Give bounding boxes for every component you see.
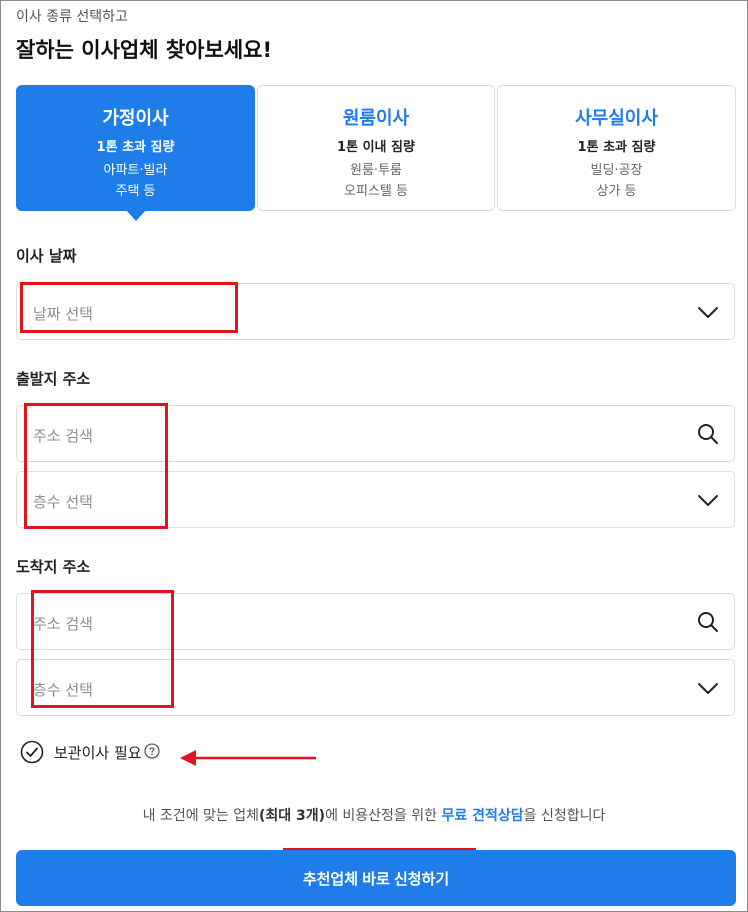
destination-address-placeholder: 주소 검색 [33,615,93,633]
chevron-down-icon [698,495,718,506]
apply-button-label: 추천업체 바로 신청하기 [302,870,450,888]
storage-option-label: 보관이사 필요 [54,744,142,762]
move-type-oneroom[interactable]: 원룸이사 1톤 이내 짐량 원룸·투룸 오피스텔 등 [257,85,495,211]
move-type-desc: 오피스텔 등 [344,184,408,199]
move-type-name: 가정이사 [102,108,169,129]
search-icon[interactable] [696,422,720,446]
apply-button[interactable]: 추천업체 바로 신청하기 [16,850,736,906]
chevron-down-icon [698,307,718,318]
move-type-desc: 상가 등 [596,184,637,199]
origin-floor-placeholder: 층수 선택 [33,493,93,511]
origin-address-search[interactable]: 주소 검색 [16,405,735,462]
search-icon[interactable] [696,610,720,634]
move-type-desc: 원룸·투룸 [350,163,402,178]
move-type-desc: 주택 등 [115,184,156,199]
move-date-select[interactable]: 날짜 선택 [16,283,735,340]
arrow-left-icon [180,750,316,766]
destination-floor-select[interactable]: 층수 선택 [16,659,735,716]
origin-label: 출발지 주소 [16,370,91,388]
page-title: 잘하는 이사업체 찾아보세요! [16,38,273,62]
move-type-name: 사무실이사 [575,108,658,129]
destination-floor-placeholder: 층수 선택 [33,681,93,699]
move-type-load: 1톤 초과 짐량 [577,140,656,155]
move-date-placeholder: 날짜 선택 [33,305,93,323]
origin-floor-select[interactable]: 층수 선택 [16,471,735,528]
move-date-label: 이사 날짜 [16,247,77,265]
page-subtitle: 이사 종류 선택하고 [16,9,128,25]
move-type-load: 1톤 초과 짐량 [96,140,175,155]
move-type-home[interactable]: 가정이사 1톤 초과 짐량 아파트·빌라 주택 등 [16,85,255,221]
move-type-desc: 아파트·빌라 [103,163,168,178]
consent-notice: 내 조건에 맞는 업체(최대 3개)에 비용산정을 위한 무료 견적상담을 신청… [142,808,606,824]
move-type-office[interactable]: 사무실이사 1톤 초과 짐량 빌딩·공장 상가 등 [497,85,736,211]
move-type-name: 원룸이사 [342,108,410,129]
move-type-load: 1톤 이내 짐량 [337,140,415,155]
chevron-down-icon [698,683,718,694]
question-circle-icon[interactable] [144,743,160,759]
destination-label: 도착지 주소 [16,558,91,576]
destination-address-search[interactable]: 주소 검색 [16,593,735,650]
origin-address-placeholder: 주소 검색 [33,427,93,445]
move-type-desc: 빌딩·공장 [590,163,643,178]
check-circle-icon[interactable] [20,740,44,764]
